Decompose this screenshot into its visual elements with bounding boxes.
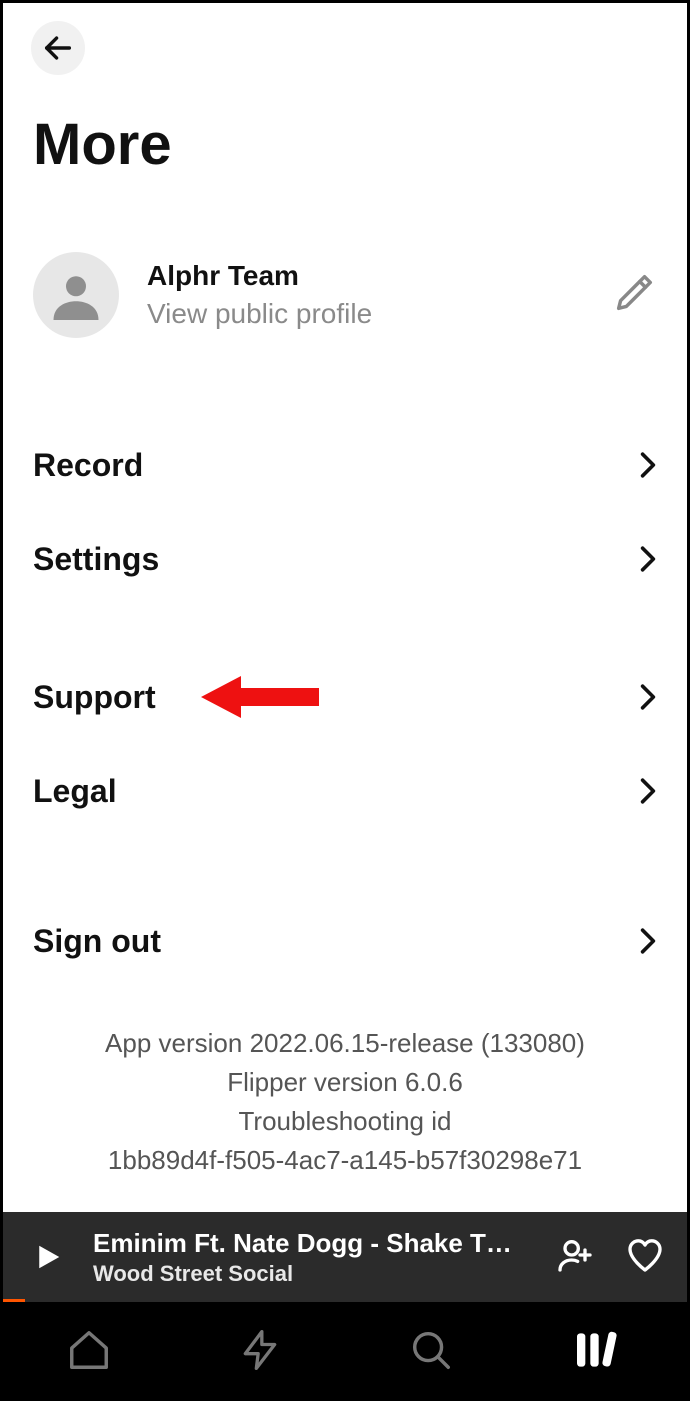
pencil-icon: [611, 270, 657, 316]
version-line: Flipper version 6.0.6: [23, 1063, 667, 1102]
play-button[interactable]: [3, 1240, 93, 1274]
menu-label: Support: [33, 679, 156, 716]
menu-label: Record: [33, 447, 143, 484]
chevron-right-icon: [639, 450, 657, 480]
profile-name: Alphr Team: [147, 260, 611, 292]
avatar: [33, 252, 119, 338]
search-icon: [408, 1327, 454, 1373]
nav-search[interactable]: [345, 1327, 516, 1373]
like-button[interactable]: [625, 1235, 665, 1280]
menu-item-record[interactable]: Record: [33, 418, 657, 512]
version-info: App version 2022.06.15-release (133080) …: [3, 988, 687, 1180]
follow-user-button[interactable]: [555, 1235, 595, 1280]
now-playing-bar[interactable]: Eminim Ft. Nate Dogg - Shake T… Wood Str…: [3, 1212, 687, 1302]
page-title: More: [3, 75, 687, 178]
menu-label: Legal: [33, 773, 117, 810]
playback-progress: [3, 1299, 25, 1302]
library-icon: [577, 1328, 627, 1372]
home-icon: [66, 1327, 112, 1373]
person-icon: [46, 265, 106, 325]
version-line: 1bb89d4f-f505-4ac7-a145-b57f30298e71: [23, 1141, 667, 1180]
version-line: Troubleshooting id: [23, 1102, 667, 1141]
edit-profile-button[interactable]: [611, 270, 657, 321]
menu-label: Settings: [33, 541, 159, 578]
bottom-nav: [3, 1302, 687, 1398]
profile-subtitle: View public profile: [147, 298, 611, 330]
chevron-right-icon: [639, 776, 657, 806]
annotation-arrow-icon: [201, 670, 321, 724]
menu-item-settings[interactable]: Settings: [33, 512, 657, 606]
user-plus-icon: [555, 1235, 595, 1275]
nav-library[interactable]: [516, 1328, 687, 1372]
nav-home[interactable]: [3, 1327, 174, 1373]
profile-row[interactable]: Alphr Team View public profile: [3, 178, 687, 338]
chevron-right-icon: [639, 682, 657, 712]
chevron-right-icon: [639, 544, 657, 574]
track-subtitle: Wood Street Social: [93, 1261, 545, 1287]
menu-item-support[interactable]: Support: [33, 650, 657, 744]
menu-item-legal[interactable]: Legal: [33, 744, 657, 838]
menu-item-sign-out[interactable]: Sign out: [33, 894, 657, 988]
play-icon: [33, 1240, 63, 1274]
back-button[interactable]: [31, 21, 85, 75]
version-line: App version 2022.06.15-release (133080): [23, 1024, 667, 1063]
menu-label: Sign out: [33, 923, 161, 960]
arrow-left-icon: [41, 31, 75, 65]
track-title: Eminim Ft. Nate Dogg - Shake T…: [93, 1228, 545, 1259]
nav-feed[interactable]: [174, 1328, 345, 1372]
heart-icon: [625, 1235, 665, 1275]
chevron-right-icon: [639, 926, 657, 956]
lightning-icon: [238, 1328, 282, 1372]
track-info[interactable]: Eminim Ft. Nate Dogg - Shake T… Wood Str…: [93, 1228, 555, 1287]
